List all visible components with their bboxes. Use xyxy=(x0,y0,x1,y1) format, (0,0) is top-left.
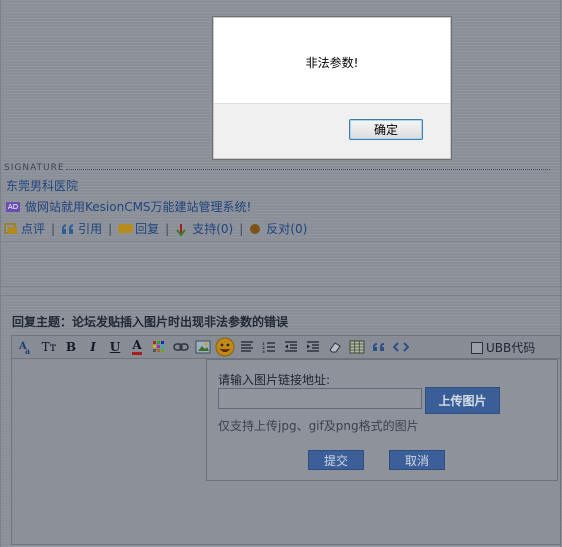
font-size-button[interactable]: Tт xyxy=(38,337,60,357)
signature-divider xyxy=(66,169,550,170)
bold-button[interactable]: B xyxy=(60,337,82,357)
image-url-input[interactable] xyxy=(218,388,422,409)
image-format-hint: 仅支持上传jpg、gif及png格式的图片 xyxy=(218,419,419,433)
oppose-icon xyxy=(249,223,263,235)
upload-image-button[interactable]: 上传图片 xyxy=(425,387,500,414)
support-icon xyxy=(175,223,189,237)
support-link[interactable]: 支持(0) xyxy=(192,220,233,237)
ubb-toggle[interactable]: UBB代码 xyxy=(471,339,535,356)
background-color-icon[interactable] xyxy=(148,337,170,357)
italic-button[interactable]: I xyxy=(82,337,104,357)
indent-icon[interactable] xyxy=(302,337,324,357)
table-icon[interactable] xyxy=(346,337,368,357)
align-left-icon[interactable] xyxy=(236,337,258,357)
image-url-label: 请输入图片链接地址: xyxy=(218,373,331,387)
underline-button[interactable]: U xyxy=(104,337,126,357)
reply-link[interactable]: 回复 xyxy=(135,220,159,237)
cancel-button[interactable]: 取消 xyxy=(389,450,445,470)
ordered-list-icon[interactable]: 123 xyxy=(258,337,280,357)
eraser-icon[interactable] xyxy=(324,337,346,357)
reply-icon xyxy=(118,223,134,235)
svg-text:3: 3 xyxy=(262,349,265,353)
ok-button[interactable]: 确定 xyxy=(349,119,423,140)
insert-image-icon[interactable] xyxy=(192,337,214,357)
signature-label: SIGNATURE xyxy=(4,163,65,173)
ad-badge-icon: AD xyxy=(6,201,20,212)
insert-image-popup: 请输入图片链接地址: 上传图片 仅支持上传jpg、gif及png格式的图片 提交… xyxy=(206,359,558,481)
support-count: (0) xyxy=(216,222,234,236)
quote-link[interactable]: 引用 xyxy=(78,220,102,237)
submit-button[interactable]: 提交 xyxy=(308,450,364,470)
comment-icon xyxy=(4,222,18,235)
signature-link[interactable]: 东莞男科医院 xyxy=(6,177,78,194)
font-family-icon[interactable]: Aa xyxy=(16,337,38,357)
ubb-label: UBB代码 xyxy=(486,341,536,355)
quote-icon xyxy=(61,223,75,235)
post-bottom-divider xyxy=(0,286,562,287)
alert-message: 非法参数! xyxy=(305,56,359,70)
ad-line: AD 做网站就用KesionCMS万能建站管理系统! xyxy=(6,198,251,215)
outdent-icon[interactable] xyxy=(280,337,302,357)
code-icon[interactable] xyxy=(390,337,412,357)
alert-dialog: 非法参数! 确定 xyxy=(212,16,452,160)
ubb-checkbox[interactable] xyxy=(471,341,483,354)
oppose-link[interactable]: 反对(0) xyxy=(266,220,307,237)
post-actions-bar: 点评 | 引用 | 回复 | 支持(0) | 反对(0) xyxy=(4,220,307,237)
font-color-button[interactable]: A xyxy=(126,337,148,357)
link-icon[interactable] xyxy=(170,337,192,357)
emoticon-icon[interactable] xyxy=(214,337,236,357)
svg-text:a: a xyxy=(25,346,30,355)
alert-footer: 确定 xyxy=(214,103,450,158)
post-divider xyxy=(0,241,562,242)
reply-title: 回复主题：论坛发贴插入图片时出现非法参数的错误 xyxy=(12,315,289,329)
ad-link[interactable]: 做网站就用KesionCMS万能建站管理系统! xyxy=(25,198,251,215)
oppose-count: (0) xyxy=(290,222,308,236)
quote-block-icon[interactable] xyxy=(368,337,390,357)
comment-link[interactable]: 点评 xyxy=(21,220,45,237)
